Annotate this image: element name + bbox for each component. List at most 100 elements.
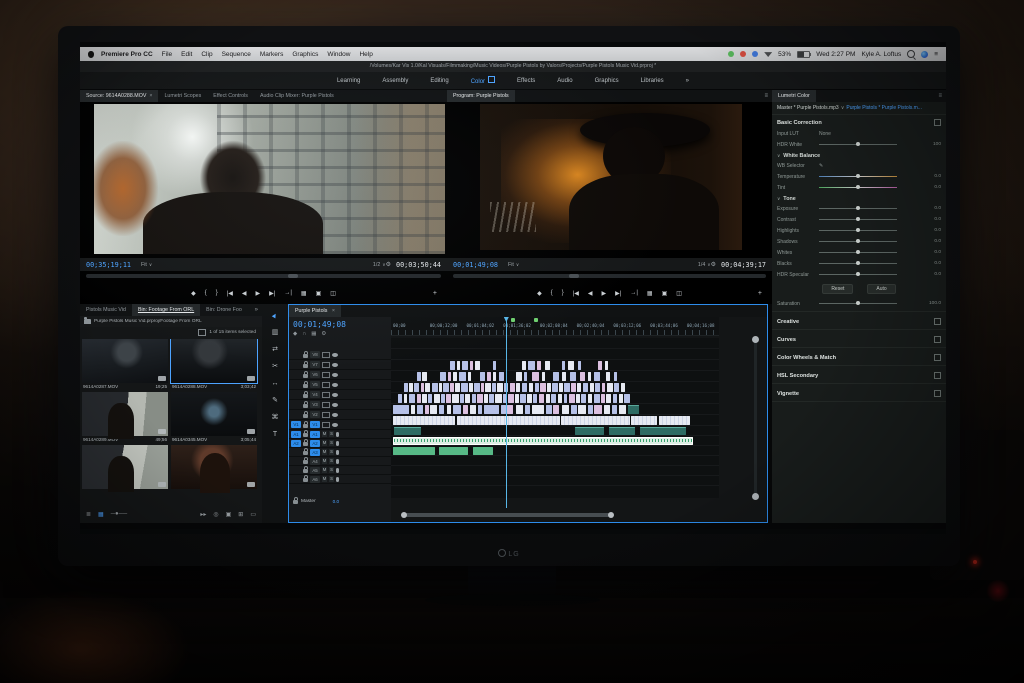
timeline-clip[interactable] (484, 404, 499, 414)
solo-button[interactable]: S (329, 431, 334, 437)
transport-go-to-out[interactable]: →| (284, 290, 292, 296)
toggle-track-output-icon[interactable] (332, 412, 338, 417)
sync-lock-icon[interactable] (322, 351, 330, 358)
slider-highlights[interactable] (819, 228, 897, 232)
section-header-color-wheels-match[interactable]: Color Wheels & Match (772, 350, 946, 363)
timeline-clip[interactable] (551, 393, 557, 403)
timeline-clip[interactable] (495, 393, 502, 403)
timeline-clip[interactable] (552, 382, 558, 392)
project-tab-bin-footage-from-orl[interactable]: Bin: Footage From ORL (131, 304, 201, 316)
timeline-clip[interactable] (532, 371, 540, 381)
slider-whites[interactable] (819, 250, 897, 254)
wifi-icon[interactable] (764, 52, 773, 57)
source-patch[interactable] (291, 476, 301, 483)
timeline-clip[interactable] (564, 382, 571, 392)
lock-icon[interactable] (303, 448, 308, 455)
track-lane-a6[interactable] (391, 476, 719, 486)
mic-icon[interactable] (336, 449, 339, 455)
lock-icon[interactable] (303, 350, 308, 358)
mute-button[interactable]: M (322, 476, 327, 482)
ripple-edit-tool[interactable]: ⇄ (272, 346, 278, 354)
timeline-clip[interactable] (612, 404, 618, 414)
checkbox[interactable] (934, 318, 941, 325)
timeline-clip[interactable] (508, 393, 514, 403)
timeline-settings-icon[interactable]: ⚙ (321, 331, 326, 337)
source-resolution-select[interactable]: 1/2 (373, 262, 380, 268)
delete-icon[interactable]: ▭ (250, 511, 256, 518)
transport-step-back[interactable]: ◀ (242, 290, 247, 297)
timeline-clip[interactable] (606, 393, 612, 403)
timeline-clip[interactable] (561, 371, 566, 381)
timeline-clip[interactable] (618, 393, 623, 403)
source-patch[interactable]: A2 (291, 439, 301, 447)
slider-knob[interactable] (856, 272, 861, 276)
timeline-clip[interactable] (587, 393, 593, 403)
timeline-clip[interactable] (528, 360, 535, 370)
timeline-clip[interactable] (515, 404, 524, 414)
track-lane-a3[interactable] (391, 446, 719, 456)
transport-insert[interactable]: ▦ (647, 290, 653, 297)
sync-lock-icon[interactable] (322, 371, 330, 378)
track-lane-v7[interactable] (391, 349, 719, 360)
timeline-ruler[interactable]: 00;00 00;00;32;00 00;01;04;02 00;01;36;02 00… (391, 317, 719, 336)
source-video-frame[interactable] (94, 104, 445, 254)
timeline-clip[interactable] (443, 382, 449, 392)
timeline-clip[interactable] (469, 360, 473, 370)
track-header-a2[interactable]: A2 A2 M S (289, 439, 391, 448)
transport-export-frame[interactable]: ◫ (676, 290, 682, 297)
timeline-clip[interactable] (446, 404, 451, 414)
timeline-clip[interactable] (515, 371, 522, 381)
timeline-clip[interactable] (582, 382, 589, 392)
timeline-clip[interactable] (492, 360, 496, 370)
track-target[interactable]: A1 (310, 430, 320, 438)
mute-button[interactable]: M (322, 440, 327, 446)
timeline-clip[interactable] (539, 382, 546, 392)
workspace-tab-audio[interactable]: Audio (557, 78, 572, 84)
timeline-clip[interactable] (563, 393, 568, 403)
track-lane-v2[interactable] (391, 404, 719, 415)
timeline-clip[interactable] (416, 393, 421, 403)
timeline-clip[interactable] (404, 393, 408, 403)
slider-contrast[interactable] (819, 217, 897, 221)
transport-step-forward[interactable]: ▶| (269, 290, 275, 297)
timeline-clip[interactable] (620, 382, 625, 392)
timeline-clip[interactable] (425, 382, 431, 392)
track-lane-a2[interactable] (391, 436, 719, 446)
transport-mark-in[interactable]: { (551, 290, 553, 296)
toggle-track-output-icon[interactable] (332, 422, 338, 427)
project-item[interactable]: 9614A0345.MOV 3;05;44 (171, 392, 257, 442)
tab-overflow[interactable]: » (255, 307, 258, 313)
timeline-clip[interactable] (545, 360, 551, 370)
program-scrub-bar[interactable] (453, 274, 766, 278)
timeline-clip[interactable] (527, 393, 533, 403)
track-lane-a4[interactable] (391, 456, 719, 466)
timeline-clip[interactable] (469, 382, 473, 392)
track-target[interactable]: V3 (310, 401, 320, 408)
lumetri-tab[interactable]: Lumetri Color (772, 90, 816, 102)
timeline-clip[interactable] (561, 360, 566, 370)
source-patch[interactable] (291, 381, 301, 388)
thumbnail-view-icon[interactable]: ▦ (98, 511, 104, 518)
workspace-tab-color[interactable]: Color (471, 76, 495, 85)
timeline-clip[interactable] (440, 371, 447, 381)
workspace-tab-learning[interactable]: Learning (337, 78, 360, 84)
program-video-frame[interactable] (480, 104, 742, 250)
timeline-clip[interactable] (533, 393, 538, 403)
solo-button[interactable]: S (329, 440, 334, 446)
transport-play[interactable]: ▶ (602, 290, 607, 297)
notification-center-icon[interactable]: ≡ (934, 51, 938, 58)
solo-button[interactable]: S (329, 467, 334, 473)
track-select-tool[interactable]: ▥ (272, 329, 279, 337)
workspace-tab-effects[interactable]: Effects (517, 78, 535, 84)
timeline-clip[interactable] (537, 360, 541, 370)
playhead[interactable] (505, 317, 507, 508)
timeline-clip[interactable] (605, 371, 611, 381)
timeline-clip[interactable] (545, 393, 550, 403)
timeline-clip[interactable] (453, 404, 462, 414)
eyedropper-icon[interactable]: ✎ (819, 163, 861, 169)
app-icon-green[interactable] (728, 51, 735, 57)
siri-icon[interactable] (921, 50, 929, 58)
timeline-clip[interactable] (560, 415, 630, 425)
track-header-a4[interactable]: A4 M S (289, 457, 391, 466)
timeline-clip[interactable] (595, 382, 601, 392)
